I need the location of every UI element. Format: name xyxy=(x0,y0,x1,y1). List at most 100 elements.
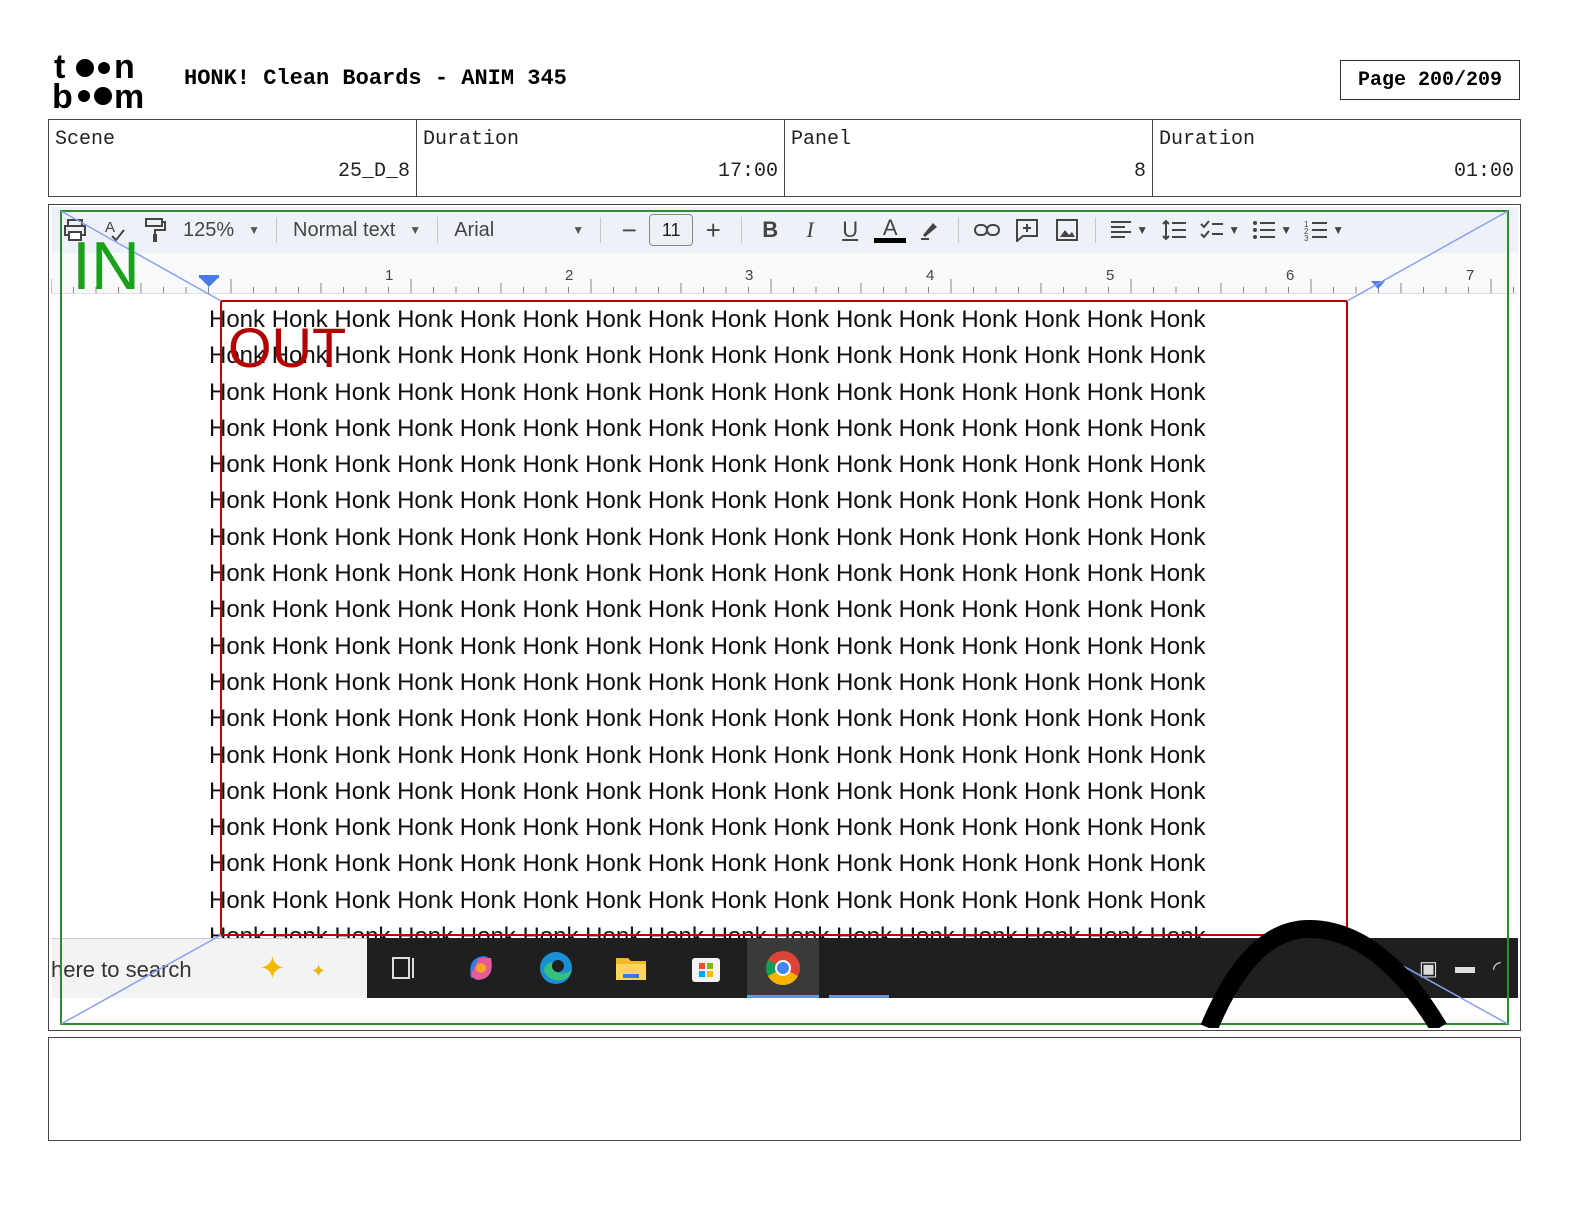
ruler-number: 3 xyxy=(745,267,754,284)
meet-icon[interactable]: ▭ xyxy=(1387,956,1406,981)
document-line: Honk Honk Honk Honk Honk Honk Honk Honk … xyxy=(209,342,1206,370)
panel-label: Panel xyxy=(791,128,852,151)
document-line: Honk Honk Honk Honk Honk Honk Honk Honk … xyxy=(209,414,1206,442)
panel-duration-value: 01:00 xyxy=(1453,160,1514,183)
align-icon xyxy=(1111,221,1132,238)
left-indent-marker xyxy=(199,277,219,287)
chevron-down-icon: ▼ xyxy=(572,223,585,237)
image-icon[interactable] xyxy=(1047,210,1087,250)
edge-icon[interactable] xyxy=(538,950,574,986)
file-explorer-icon[interactable] xyxy=(613,950,649,986)
italic-button[interactable]: I xyxy=(790,210,830,250)
chevron-down-icon: ▼ xyxy=(248,223,261,237)
page-counter: Page 200/209 xyxy=(1340,60,1520,100)
bullet-list-dropdown[interactable]: ▼ xyxy=(1246,210,1298,250)
taskbar-search[interactable]: here to search ✦ ✦ xyxy=(51,938,367,998)
checklist-icon xyxy=(1200,220,1224,239)
search-placeholder: here to search xyxy=(51,957,192,982)
checklist-dropdown[interactable]: ▼ xyxy=(1194,210,1246,250)
svg-text:b: b xyxy=(52,78,73,112)
toon-boom-logo: t n b m xyxy=(52,48,164,116)
align-dropdown[interactable]: ▼ xyxy=(1104,210,1154,250)
scene-label: Scene xyxy=(55,128,116,151)
document-line: Honk Honk Honk Honk Honk Honk Honk Honk … xyxy=(209,378,1206,406)
style-value: Normal text xyxy=(293,218,396,241)
document-line: Honk Honk Honk Honk Honk Honk Honk Honk … xyxy=(209,886,1206,914)
chrome-active-indicator xyxy=(747,995,819,998)
ruler-number: 1 xyxy=(385,267,394,284)
underline-button[interactable]: U xyxy=(830,210,870,250)
document-line: Honk Honk Honk Honk Honk Honk Honk Honk … xyxy=(209,451,1206,479)
text-color-icon: A xyxy=(882,214,898,240)
document-line: Honk Honk Honk Honk Honk Honk Honk Honk … xyxy=(209,668,1206,696)
increase-font-size-button[interactable]: + xyxy=(693,210,733,250)
numbered-list-dropdown[interactable]: 123 ▼ xyxy=(1298,210,1350,250)
paint-format-icon[interactable] xyxy=(135,210,175,250)
panel-notes-box[interactable] xyxy=(48,1037,1521,1141)
wifi-icon[interactable]: ◜ xyxy=(1493,956,1501,981)
style-dropdown[interactable]: Normal text ▼ xyxy=(285,210,429,250)
ruler-number: 4 xyxy=(926,267,935,284)
sparkle-small-icon: ✦ xyxy=(311,961,327,981)
toolbar-divider xyxy=(276,217,278,243)
document-text: Honk Honk Honk Honk Honk Honk Honk Honk … xyxy=(209,302,1361,938)
screen-capture-icon[interactable]: ▣ xyxy=(1419,956,1438,981)
document-line: Honk Honk Honk Honk Honk Honk Honk Honk … xyxy=(209,632,1206,660)
store-icon[interactable] xyxy=(688,950,724,986)
ruler-number: 6 xyxy=(1286,267,1295,284)
chevron-down-icon: ▼ xyxy=(1228,223,1241,237)
scene-duration-label: Duration xyxy=(423,128,520,151)
bold-button[interactable]: B xyxy=(750,210,790,250)
comment-icon[interactable] xyxy=(1007,210,1047,250)
chevron-down-icon: ▼ xyxy=(1332,223,1345,237)
font-dropdown[interactable]: Arial ▼ xyxy=(446,210,592,250)
copilot-icon[interactable] xyxy=(463,950,499,986)
font-value: Arial xyxy=(454,218,495,241)
out-annotation-label: OUT xyxy=(228,316,347,379)
panel-duration-label: Duration xyxy=(1159,128,1256,151)
toolbar-divider xyxy=(600,217,602,243)
document-line: Honk Honk Honk Honk Honk Honk Honk Honk … xyxy=(209,741,1206,769)
ruler-ticks xyxy=(51,275,1514,293)
link-icon[interactable] xyxy=(967,210,1007,250)
chevron-down-icon: ▼ xyxy=(409,223,422,237)
windows-taskbar: here to search ✦ ✦ ▭ ▣ ▬ ◜ xyxy=(51,938,1518,998)
document-line: Honk Honk Honk Honk Honk Honk Honk Honk … xyxy=(209,814,1206,842)
task-view-icon[interactable] xyxy=(387,950,423,986)
ruler-number: 5 xyxy=(1106,267,1115,284)
document-line: Honk Honk Honk Honk Honk Honk Honk Honk … xyxy=(209,850,1206,878)
text-color-swatch xyxy=(874,237,907,243)
right-indent-marker xyxy=(1371,281,1385,289)
toolbar-divider xyxy=(958,217,960,243)
svg-text:3: 3 xyxy=(1304,234,1309,241)
scene-info-table: Scene 25_D_8 Duration 17:00 Panel 8 Dura… xyxy=(48,119,1521,197)
numbered-list-icon: 123 xyxy=(1304,220,1328,241)
chevron-down-icon: ▼ xyxy=(1136,223,1149,237)
decrease-font-size-button[interactable]: − xyxy=(609,210,649,250)
document-line: Honk Honk Honk Honk Honk Honk Honk Honk … xyxy=(209,306,1206,333)
document-line: Honk Honk Honk Honk Honk Honk Honk Honk … xyxy=(209,923,1206,938)
scene-value: 25_D_8 xyxy=(337,160,410,183)
font-size-input[interactable]: 11 xyxy=(649,214,694,246)
panel-duration-cell: Duration 01:00 xyxy=(1153,120,1520,196)
window-active-indicator xyxy=(829,995,889,998)
scene-duration-cell: Duration 17:00 xyxy=(417,120,785,196)
highlighter-icon[interactable] xyxy=(910,210,950,250)
ruler-number: 7 xyxy=(1466,267,1475,284)
document-line: Honk Honk Honk Honk Honk Honk Honk Honk … xyxy=(209,487,1206,515)
toolbar-divider xyxy=(741,217,743,243)
zoom-value: 125% xyxy=(183,218,235,241)
line-spacing-icon[interactable] xyxy=(1154,210,1194,250)
toolbar-divider xyxy=(1095,217,1097,243)
document-line: Honk Honk Honk Honk Honk Honk Honk Honk … xyxy=(209,777,1206,805)
battery-icon[interactable]: ▬ xyxy=(1455,956,1475,979)
document-body[interactable]: Honk Honk Honk Honk Honk Honk Honk Honk … xyxy=(51,294,1518,938)
document-line: Honk Honk Honk Honk Honk Honk Honk Honk … xyxy=(209,523,1206,551)
first-line-indent-marker xyxy=(199,275,219,278)
svg-text:m: m xyxy=(114,78,144,112)
chrome-icon[interactable] xyxy=(765,950,801,986)
chevron-down-icon: ▼ xyxy=(1280,223,1293,237)
text-color-button[interactable]: A xyxy=(870,210,910,250)
zoom-dropdown[interactable]: 125% ▼ xyxy=(175,210,268,250)
logo-graphic: t n b m xyxy=(52,48,144,116)
